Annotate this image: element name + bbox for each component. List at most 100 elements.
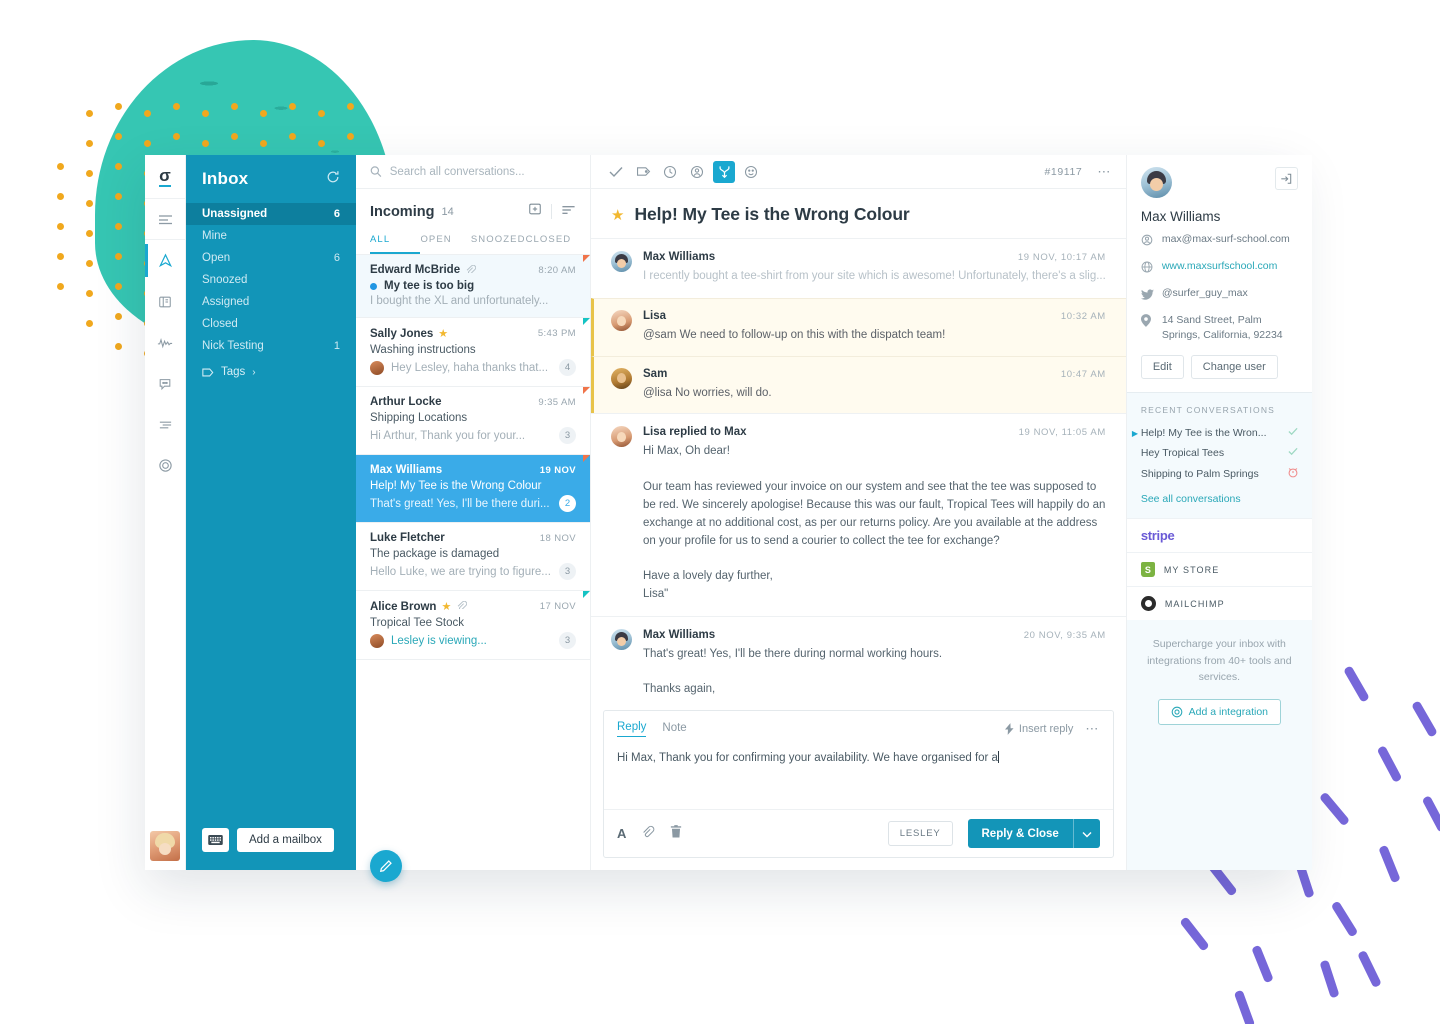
open-in-new-icon[interactable] bbox=[1274, 167, 1298, 190]
mailbox-folder-label: Unassigned bbox=[202, 208, 268, 220]
recent-conversation-item[interactable]: Hey Tropical Tees bbox=[1127, 443, 1312, 463]
sidebar-item-beacon[interactable] bbox=[145, 445, 185, 486]
change-user-button[interactable]: Change user bbox=[1190, 355, 1278, 380]
add-integration-button[interactable]: Add a integration bbox=[1157, 699, 1282, 726]
conversation-list-item[interactable]: Alice Brown ★ 17 NOV Tropical Tee Stock Lesl… bbox=[356, 591, 590, 660]
sidebar-item-reports[interactable] bbox=[145, 322, 185, 363]
new-folder-icon[interactable] bbox=[528, 202, 542, 221]
assignee-button[interactable]: LESLEY bbox=[887, 821, 953, 846]
text-cursor bbox=[997, 751, 999, 763]
sidebar-item-settings[interactable] bbox=[145, 404, 185, 445]
sidebar-item-inbox[interactable] bbox=[145, 240, 185, 281]
format-text-icon[interactable]: A bbox=[617, 826, 626, 841]
thread-message[interactable]: Lisa replied to Max 19 NOV, 11:05 AM Hi Ma… bbox=[591, 413, 1126, 615]
thread-message[interactable]: Max Williams 19 NOV, 10:17 AM I recently b… bbox=[591, 238, 1126, 298]
tab-open[interactable]: OPEN bbox=[420, 229, 470, 254]
decorative-dot bbox=[86, 320, 93, 327]
add-mailbox-button[interactable]: Add a mailbox bbox=[237, 828, 334, 852]
internal-note[interactable]: Sam 10:47 AM @lisa No worries, will do. bbox=[591, 355, 1126, 414]
see-all-conversations-link[interactable]: See all conversations bbox=[1127, 485, 1312, 518]
compose-button[interactable] bbox=[370, 850, 402, 882]
snooze-icon bbox=[1288, 467, 1298, 481]
mailbox-folder-closed[interactable]: Closed bbox=[186, 313, 356, 335]
recent-conversation-item[interactable]: ▶ Help! My Tee is the Wron... bbox=[1127, 423, 1312, 443]
add-circle-icon bbox=[1171, 706, 1182, 718]
decorative-dash bbox=[1179, 916, 1210, 952]
conversation-sender: Sally Jones bbox=[370, 327, 434, 340]
conversation-list-item[interactable]: Arthur Locke 9:35 AM Shipping Locations Hi … bbox=[356, 387, 590, 455]
mailbox-folder-nick-testing[interactable]: Nick Testing 1 bbox=[186, 335, 356, 357]
decorative-dot bbox=[115, 103, 122, 110]
more-options-icon[interactable]: ⋯ bbox=[1097, 164, 1112, 180]
tab-closed[interactable]: CLOSED bbox=[526, 229, 576, 254]
integration-item-mailchimp[interactable]: MAILCHIMP bbox=[1126, 586, 1312, 621]
emoji-icon[interactable] bbox=[740, 161, 762, 183]
mailbox-folder-unassigned[interactable]: Unassigned 6 bbox=[186, 203, 356, 225]
mailbox-folder-count: 6 bbox=[333, 208, 340, 220]
star-icon[interactable]: ★ bbox=[441, 600, 451, 613]
tag-icon[interactable] bbox=[632, 161, 654, 183]
tab-snoozed[interactable]: SNOOZED bbox=[471, 229, 526, 254]
sort-icon[interactable] bbox=[561, 203, 576, 221]
composer-more-icon[interactable]: ⋯ bbox=[1085, 721, 1100, 737]
integration-item-stripe[interactable]: stripe bbox=[1126, 518, 1312, 553]
send-options-chevron-down-icon[interactable] bbox=[1072, 819, 1100, 848]
refresh-icon[interactable] bbox=[326, 170, 340, 189]
trash-icon[interactable] bbox=[670, 824, 682, 843]
stripe-logo: stripe bbox=[1140, 528, 1175, 544]
conversation-sender: Edward McBride bbox=[370, 264, 461, 276]
integrations-list: stripe MY STORE MAILCHIMP bbox=[1126, 518, 1312, 621]
tab-reply[interactable]: Reply bbox=[617, 721, 647, 737]
keyboard-shortcuts-button[interactable] bbox=[202, 828, 229, 852]
tab-all[interactable]: ALL bbox=[370, 229, 421, 254]
customer-field-value[interactable]: www.maxsurfschool.com bbox=[1162, 259, 1278, 274]
integrations-pitch: Supercharge your inbox with integrations… bbox=[1147, 638, 1292, 683]
conversation-list-item[interactable]: Max Williams 19 NOV Help! My Tee is the Wr… bbox=[356, 455, 590, 523]
thread-message[interactable]: Max Williams 20 NOV, 9:35 AM That's great!… bbox=[591, 615, 1126, 700]
conversation-list-item[interactable]: Luke Fletcher 18 NOV The package is damage… bbox=[356, 523, 590, 591]
mailbox-folder-snoozed[interactable]: Snoozed bbox=[186, 269, 356, 291]
decorative-dot bbox=[202, 140, 209, 147]
sidebar-item-tags[interactable]: Tags › bbox=[186, 357, 356, 387]
current-user-avatar[interactable] bbox=[145, 829, 185, 870]
sidebar-item-chat[interactable] bbox=[145, 363, 185, 404]
reply-textarea[interactable]: Hi Max, Thank you for confirming your av… bbox=[604, 745, 1113, 809]
merge-icon[interactable] bbox=[713, 160, 735, 183]
send-reply-button[interactable]: Reply & Close bbox=[967, 819, 1073, 848]
conversation-list-item[interactable]: Edward McBride 8:20 AM My tee is too big I … bbox=[356, 255, 590, 318]
clock-icon[interactable] bbox=[659, 161, 681, 183]
customer-field: @surfer_guy_max bbox=[1140, 286, 1298, 305]
folder-header: Incoming 14 bbox=[356, 189, 590, 229]
internal-note[interactable]: Lisa 10:32 AM @sam We need to follow-up on… bbox=[591, 297, 1126, 356]
avatar bbox=[370, 360, 384, 375]
avatar bbox=[611, 628, 632, 650]
app-logo[interactable]: σ bbox=[145, 155, 185, 199]
star-icon[interactable]: ★ bbox=[611, 206, 624, 224]
search-bar bbox=[356, 155, 590, 189]
reply-composer: Reply Note Insert reply ⋯ Hi Max, Thank … bbox=[603, 710, 1114, 858]
decorative-dash bbox=[1376, 745, 1403, 783]
search-input[interactable] bbox=[389, 165, 576, 178]
insert-reply-button[interactable]: Insert reply bbox=[1004, 723, 1073, 735]
current-conversation-indicator: ▶ bbox=[1131, 428, 1138, 438]
avatar bbox=[611, 251, 632, 272]
recent-conversation-title: Shipping to Palm Springs bbox=[1140, 468, 1259, 481]
customer-avatar bbox=[1140, 167, 1172, 198]
integration-item-shopify[interactable]: MY STORE bbox=[1126, 552, 1312, 587]
star-icon[interactable]: ★ bbox=[438, 327, 448, 340]
mailbox-folder-open[interactable]: Open 6 bbox=[186, 247, 356, 269]
recent-conversation-item[interactable]: Shipping to Palm Springs bbox=[1127, 463, 1312, 485]
mailbox-folder-assigned[interactable]: Assigned bbox=[186, 291, 356, 313]
edit-button[interactable]: Edit bbox=[1140, 355, 1184, 380]
conversation-list-item[interactable]: Sally Jones ★ 5:43 PM Washing instructions H… bbox=[356, 318, 590, 387]
mailbox-folder-mine[interactable]: Mine bbox=[186, 225, 356, 247]
sidebar-item-docs[interactable] bbox=[145, 281, 185, 322]
recent-conversations-header: RECENT CONVERSATIONS bbox=[1126, 392, 1312, 423]
tab-note[interactable]: Note bbox=[662, 722, 686, 737]
attachment-icon[interactable] bbox=[641, 825, 655, 843]
assign-user-icon[interactable] bbox=[686, 161, 708, 183]
check-icon[interactable] bbox=[605, 161, 627, 183]
decorative-dot bbox=[260, 140, 267, 147]
app-logo-glyph: σ bbox=[159, 165, 171, 187]
menu-icon[interactable] bbox=[145, 199, 185, 240]
